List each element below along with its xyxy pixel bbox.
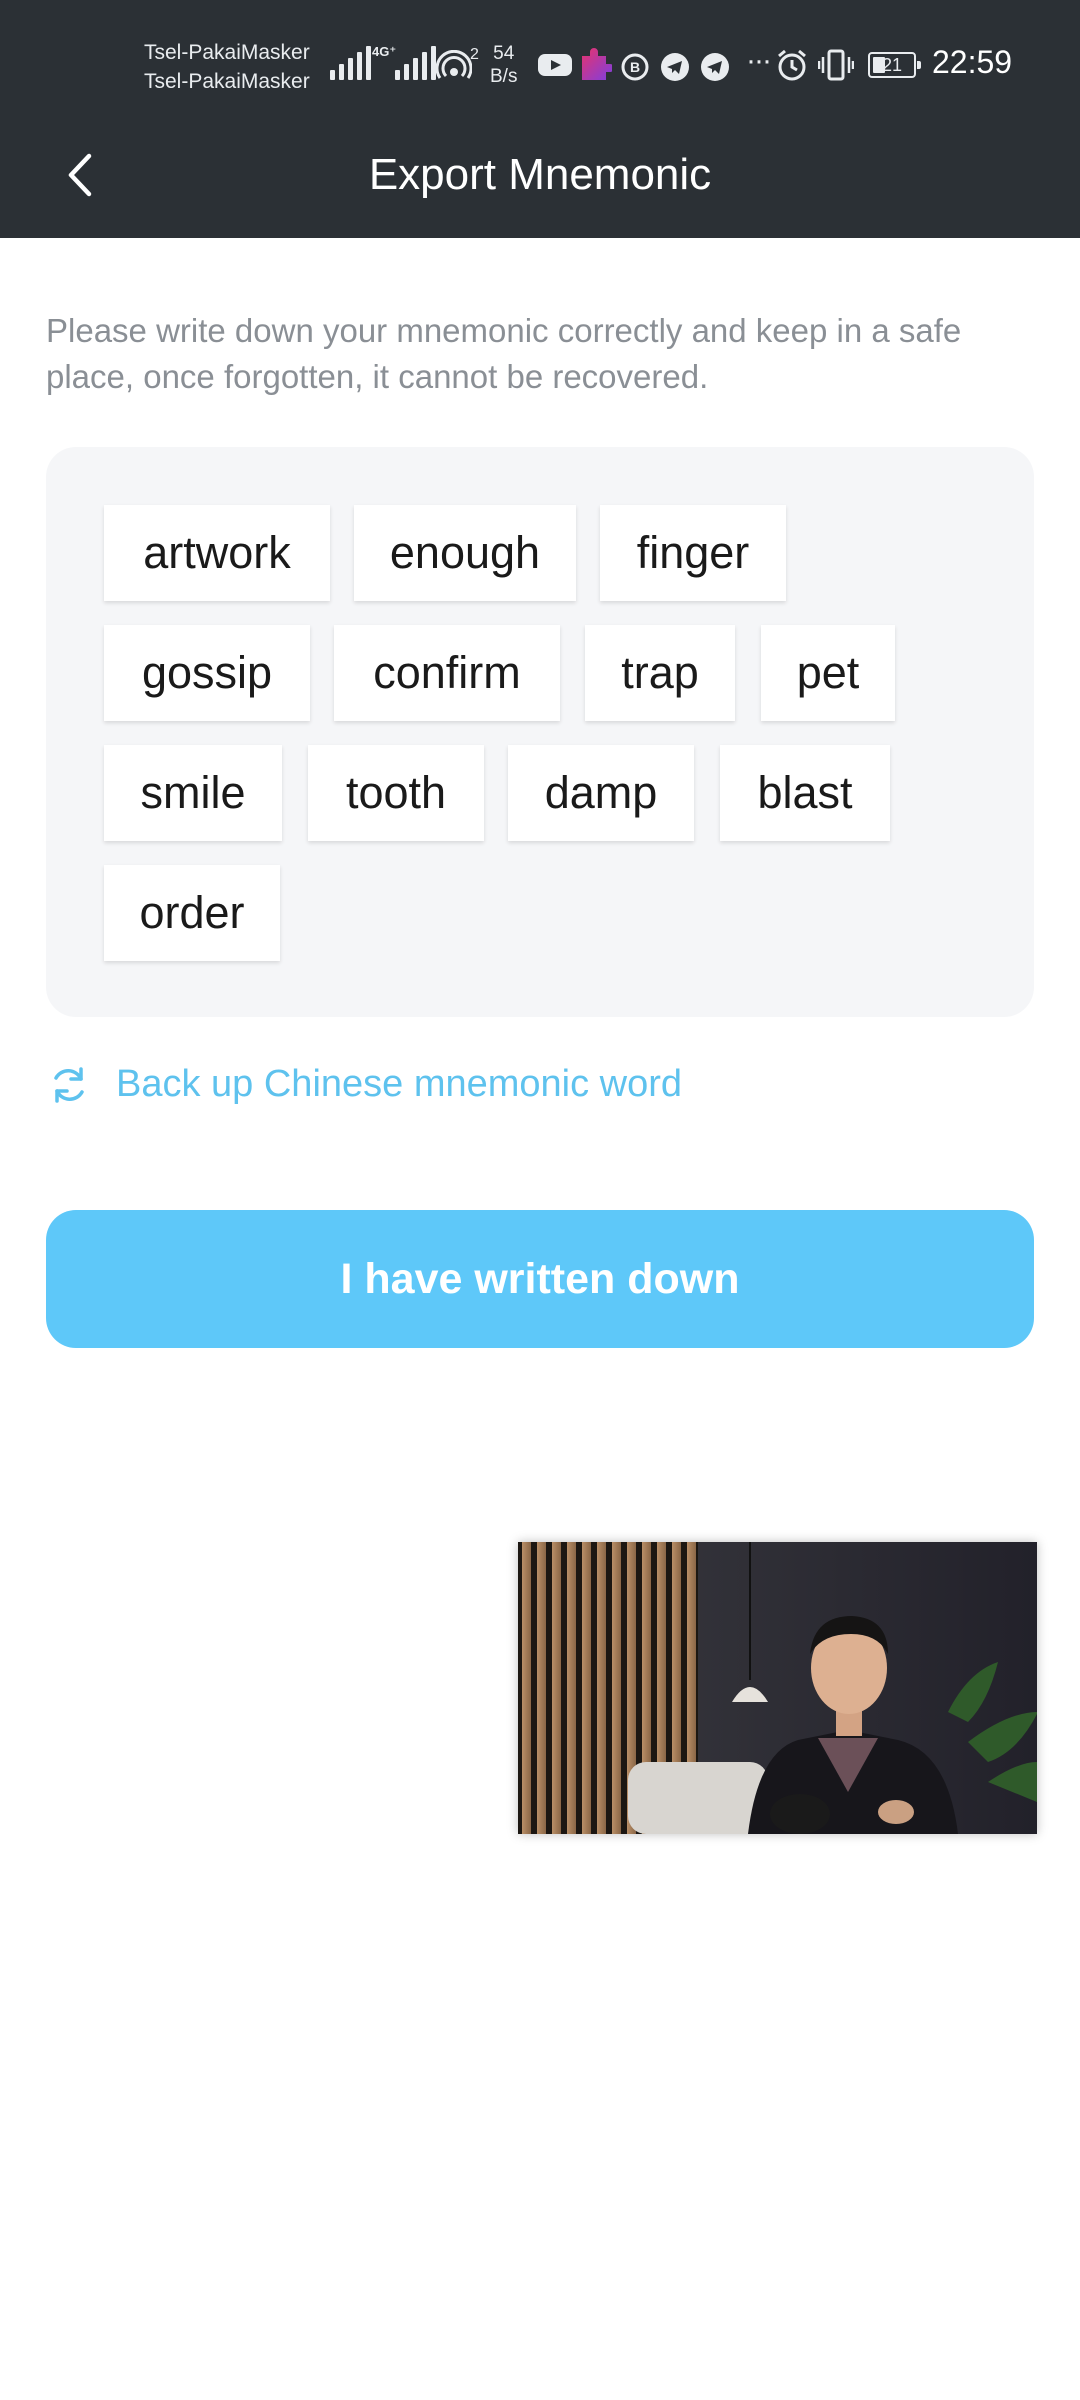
signal-icon xyxy=(330,46,371,80)
mnemonic-words-panel: artwork enough finger gossip confirm tra… xyxy=(46,447,1034,1017)
network-speed: 54 B/s xyxy=(490,42,517,88)
svg-text:B: B xyxy=(630,59,640,75)
floating-video-player[interactable] xyxy=(518,1542,1037,1834)
video-frame-image xyxy=(518,1542,1037,1834)
mnemonic-word[interactable]: tooth xyxy=(308,745,484,841)
page-title: Export Mnemonic xyxy=(368,150,712,199)
status-time: 22:59 xyxy=(932,44,1013,80)
hotspot-count: 2 xyxy=(470,46,479,63)
hotspot-icon xyxy=(436,50,472,79)
alarm-icon xyxy=(778,49,806,81)
mnemonic-word[interactable]: blast xyxy=(720,745,890,841)
mnemonic-word[interactable]: smile xyxy=(104,745,282,841)
mnemonic-word[interactable]: artwork xyxy=(104,505,330,601)
mnemonic-word[interactable]: pet xyxy=(761,625,895,721)
mnemonic-instructions: Please write down your mnemonic correctl… xyxy=(46,312,962,395)
mnemonic-word[interactable]: trap xyxy=(585,625,735,721)
telegram-icon xyxy=(661,53,689,81)
carrier-2: Tsel-PakaiMasker xyxy=(144,70,310,93)
mnemonic-word[interactable]: gossip xyxy=(104,625,310,721)
mnemonic-word[interactable]: damp xyxy=(508,745,694,841)
mnemonic-word[interactable]: confirm xyxy=(334,625,560,721)
speed-value: 54 xyxy=(493,43,515,64)
mnemonic-word[interactable]: order xyxy=(104,865,280,961)
speed-unit: B/s xyxy=(490,66,518,87)
carrier-1: Tsel-PakaiMasker xyxy=(144,41,310,64)
b-app-icon: B xyxy=(621,53,649,81)
status-bar: Tsel-PakaiMasker Tsel-PakaiMasker 4G⁺ 2 … xyxy=(0,0,1080,130)
battery-level: 21 xyxy=(881,55,903,75)
backup-chinese-label: Back up Chinese mnemonic word xyxy=(116,1063,683,1105)
mnemonic-word[interactable]: finger xyxy=(600,505,786,601)
app-header: Tsel-PakaiMasker Tsel-PakaiMasker 4G⁺ 2 … xyxy=(0,0,1080,238)
written-down-button[interactable]: I have written down xyxy=(46,1210,1034,1348)
network-type-label: 4G⁺ xyxy=(372,44,397,59)
puzzle-app-icon xyxy=(582,48,612,80)
more-dots-icon: ··· xyxy=(746,44,772,77)
youtube-icon xyxy=(538,54,572,76)
mnemonic-word[interactable]: enough xyxy=(354,505,576,601)
battery-icon: 21 xyxy=(868,52,921,78)
telegram-icon xyxy=(701,53,729,81)
vibrate-icon xyxy=(818,49,854,81)
refresh-icon xyxy=(54,1066,84,1103)
carrier-names: Tsel-PakaiMasker Tsel-PakaiMasker xyxy=(144,38,310,96)
backup-chinese-mnemonic-link[interactable]: Back up Chinese mnemonic word xyxy=(48,1063,682,1106)
signal-4g-icon xyxy=(395,46,436,80)
